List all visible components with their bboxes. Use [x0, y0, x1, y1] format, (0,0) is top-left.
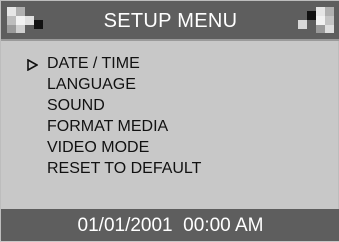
setup-menu-screen: SETUP MENU DATE / TIME LANGUAGE SOUND FO…	[0, 0, 339, 241]
menu-item-format-media[interactable]: FORMAT MEDIA	[47, 116, 168, 138]
menu-item-reset-to-default[interactable]: RESET TO DEFAULT	[47, 158, 201, 180]
header-divider	[1, 39, 339, 41]
date-time-readout: 01/01/2001 00:00 AM	[77, 215, 264, 236]
play-triangle-icon	[27, 59, 38, 71]
page-title: SETUP MENU	[103, 10, 238, 32]
menu-item-date-time[interactable]: DATE / TIME	[47, 53, 140, 75]
menu-item-language[interactable]: LANGUAGE	[47, 74, 136, 96]
menu-item-sound[interactable]: SOUND	[47, 95, 105, 117]
menu-item-video-mode[interactable]: VIDEO MODE	[47, 137, 149, 159]
checker-pattern-icon	[298, 7, 334, 33]
status-bar: 01/01/2001 00:00 AM	[1, 209, 339, 241]
header-bar: SETUP MENU	[1, 1, 339, 39]
